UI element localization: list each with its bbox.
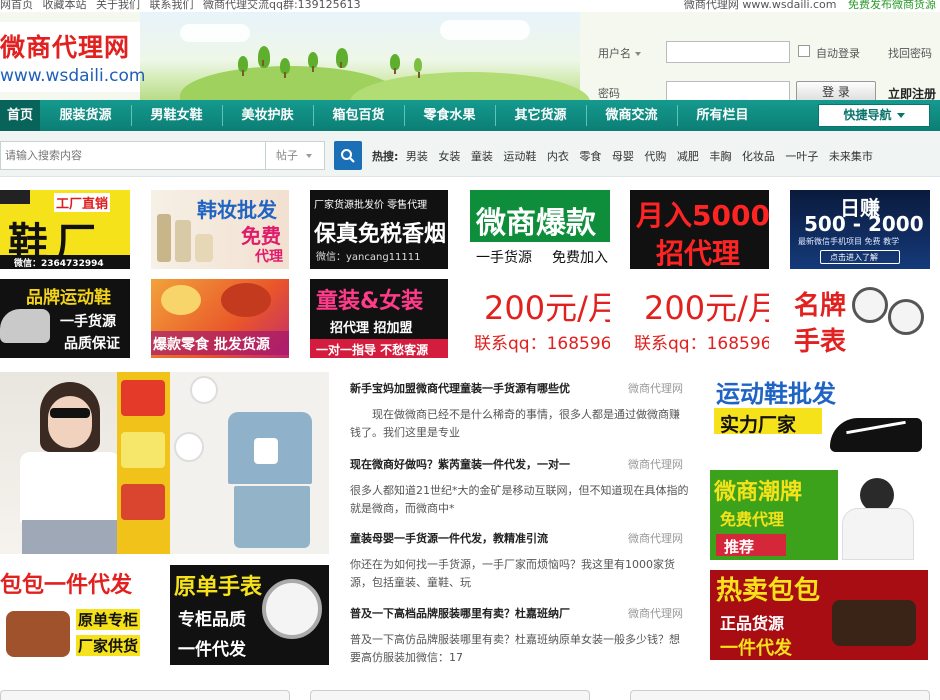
hot-tag[interactable]: 童装: [471, 150, 493, 163]
bookmark-link[interactable]: 收藏本站: [43, 0, 87, 11]
ad-cigarettes[interactable]: 厂家货源批发价 零售代理 保真免税香烟 微信：yancang11111: [310, 190, 448, 269]
news-item[interactable]: 普及一下高档品牌服装哪里有卖？杜嘉班纳厂 微商代理网 普及一下高仿品牌服装哪里有…: [350, 605, 690, 667]
hot-tag[interactable]: 母婴: [612, 150, 634, 163]
featured-photo-tshirts[interactable]: [117, 372, 170, 554]
news-source: 微商代理网: [628, 532, 683, 545]
about-link[interactable]: 关于我们: [96, 0, 140, 11]
ad-hot-bags[interactable]: 热卖包包 正品货源 一件代发: [710, 570, 928, 660]
news-item[interactable]: 童装母婴一手货源一件代发，教精准引流 微商代理网 你还在为如何找一手货源，一手厂…: [350, 530, 690, 592]
ad-daily-earn[interactable]: 日赚 500 - 2000 最新微信手机项目 免费 教学 点击进入了解: [790, 190, 930, 269]
hot-tag[interactable]: 减肥: [677, 150, 699, 163]
remember-label[interactable]: 自动登录: [816, 45, 860, 61]
nav-shoes[interactable]: 男鞋女鞋: [131, 100, 222, 131]
news-summary: 很多人都知道21世纪*大的金矿是移动互联网，但不知道现在具体指的就是微商，而微商…: [350, 484, 689, 515]
ad-sneakers-wholesale[interactable]: 运动鞋批发 实力厂家: [710, 372, 928, 460]
hot-tag[interactable]: 零食: [579, 150, 601, 163]
news-item[interactable]: 现在微商好做吗？紫芮童装一件代发，一对一 微商代理网 很多人都知道21世纪*大的…: [350, 456, 690, 518]
ad-sports-shoes[interactable]: 品牌运动鞋 一手货源 品质保证: [0, 279, 130, 358]
hot-tag[interactable]: 代购: [644, 150, 666, 163]
hot-tag[interactable]: 丰胸: [709, 150, 731, 163]
ad-brand-watches[interactable]: 名牌 手表: [790, 279, 930, 358]
hot-label: 热搜:: [372, 150, 399, 163]
news-item[interactable]: 新手宝妈加盟微商代理童装一手货源有哪些优 微商代理网 现在做微商已经不是什么稀奇…: [350, 380, 690, 442]
chevron-down-icon: [635, 52, 641, 56]
hot-tag[interactable]: 一叶子: [785, 150, 818, 163]
nav-beauty[interactable]: 美妆护肤: [222, 100, 313, 131]
password-label: 密码: [598, 87, 620, 100]
nav-clothing[interactable]: 服装货源: [40, 100, 131, 131]
featured-photo-kids-outfit[interactable]: [170, 372, 329, 554]
ad-korean-cosmetics[interactable]: 韩妆批发 免费 代理: [151, 190, 289, 269]
header: 微商代理网 www.wsdaili.com 用户名 自动登录 找回密码 密码 登…: [0, 12, 940, 100]
ad-bags-dropship[interactable]: 包包一件代发 原单专柜 厂家供货: [0, 565, 150, 665]
password-input[interactable]: [666, 81, 790, 100]
hot-searches: 热搜: 男装 女装 童装 运动鞋 内衣 零食 母婴 代购 减肥 丰胸 化妆品 一…: [372, 148, 880, 164]
search-icon: [341, 149, 355, 163]
top-bar: 网首页 收藏本站 关于我们 联系我们 微商代理交流qq群:139125613 微…: [0, 0, 940, 12]
site-logo[interactable]: 微商代理网 www.wsdaili.com: [0, 22, 145, 92]
header-landscape: [140, 12, 590, 100]
quick-nav-button[interactable]: 快捷导航: [818, 104, 930, 127]
register-link[interactable]: 立即注册: [888, 85, 936, 100]
logo-url: www.wsdaili.com: [0, 66, 146, 86]
ad-hot-products[interactable]: 微商爆款 一手货源 免费加入: [470, 190, 610, 269]
qq-group-link[interactable]: 微商代理交流qq群:139125613: [203, 0, 361, 11]
ad-slot-200-b[interactable]: 200元/月 联系qq：16859633: [630, 279, 769, 358]
username-input[interactable]: [666, 41, 790, 63]
nav-other[interactable]: 其它货源: [495, 100, 586, 131]
chevron-down-icon: [896, 113, 905, 118]
login-panel: 用户名 自动登录 找回密码 密码 登 录 立即注册: [590, 38, 940, 100]
logo-text: 微商代理网: [0, 33, 131, 62]
ad-slot-200-a[interactable]: 200元/月 联系qq：16859633: [470, 279, 610, 358]
ad-shoe-factory[interactable]: 工厂直销 鞋厂 微信：2364732994: [0, 190, 130, 269]
news-source: 微商代理网: [628, 382, 683, 395]
nav-snacks[interactable]: 零食水果: [404, 100, 495, 131]
username-label[interactable]: 用户名: [598, 45, 641, 61]
nav-home[interactable]: 首页: [0, 100, 40, 131]
ad-kids-women-clothing[interactable]: 童装&女装 招代理 招加盟 一对一指导 不愁客源: [310, 279, 448, 358]
nav-all[interactable]: 所有栏目: [677, 100, 768, 131]
home-link[interactable]: 网首页: [0, 0, 33, 11]
nav-forum[interactable]: 微商交流: [586, 100, 677, 131]
news-summary: 你还在为如何找一手货源，一手厂家而烦恼吗？我这里有1000家货源，包括童装、童鞋…: [350, 558, 675, 589]
news-source: 微商代理网: [628, 607, 683, 620]
news-summary: 普及一下高仿品牌服装哪里有卖？杜嘉班纳原单女装一般多少钱？想要高仿服装加微信：1…: [350, 633, 680, 664]
ad-original-watches[interactable]: 原单手表 专柜品质 一件代发: [170, 565, 329, 665]
news-source: 微商代理网: [628, 458, 683, 471]
top-right: 微商代理网 www.wsdaili.com 免费发布微商货源: [684, 0, 936, 10]
bottom-section-tabs: [0, 690, 940, 700]
ad-trendy-brand[interactable]: 微商潮牌 免费代理 推荐: [710, 470, 928, 560]
ad-earn-5000[interactable]: 月入5000 招代理: [630, 190, 769, 269]
hot-tag[interactable]: 女装: [438, 150, 460, 163]
main-nav: 首页 服装货源 男鞋女鞋 美妆护肤 箱包百货 零食水果 其它货源 微商交流 所有…: [0, 100, 940, 131]
ad-snacks[interactable]: 爆款零食 批发货源: [151, 279, 289, 358]
search-input[interactable]: [0, 141, 265, 170]
news-summary: 现在做微商已经不是什么稀奇的事情，很多人都是通过做微商赚钱了。我们这里是专业: [350, 408, 680, 439]
remember-checkbox[interactable]: [798, 45, 810, 57]
contact-link[interactable]: 联系我们: [150, 0, 194, 11]
site-name: 微商代理网 www.wsdaili.com: [683, 0, 837, 11]
hot-tag[interactable]: 内衣: [547, 150, 569, 163]
find-password-link[interactable]: 找回密码: [888, 45, 932, 61]
hot-tag[interactable]: 运动鞋: [503, 150, 536, 163]
nav-bags[interactable]: 箱包百货: [313, 100, 404, 131]
search-bar: 帖子 热搜: 男装 女装 童装 运动鞋 内衣 零食 母婴 代购 减肥 丰胸 化妆…: [0, 131, 940, 177]
search-button[interactable]: [334, 141, 362, 170]
login-button[interactable]: 登 录: [796, 81, 876, 100]
hot-tag[interactable]: 未来集市: [829, 150, 873, 163]
top-links: 网首页 收藏本站 关于我们 联系我们 微商代理交流qq群:139125613: [0, 0, 367, 10]
chevron-down-icon: [306, 154, 312, 158]
free-post-link[interactable]: 免费发布微商货源: [848, 0, 936, 11]
search-type-select[interactable]: 帖子: [265, 141, 325, 170]
hot-tag[interactable]: 男装: [406, 150, 428, 163]
hot-tag[interactable]: 化妆品: [742, 150, 775, 163]
